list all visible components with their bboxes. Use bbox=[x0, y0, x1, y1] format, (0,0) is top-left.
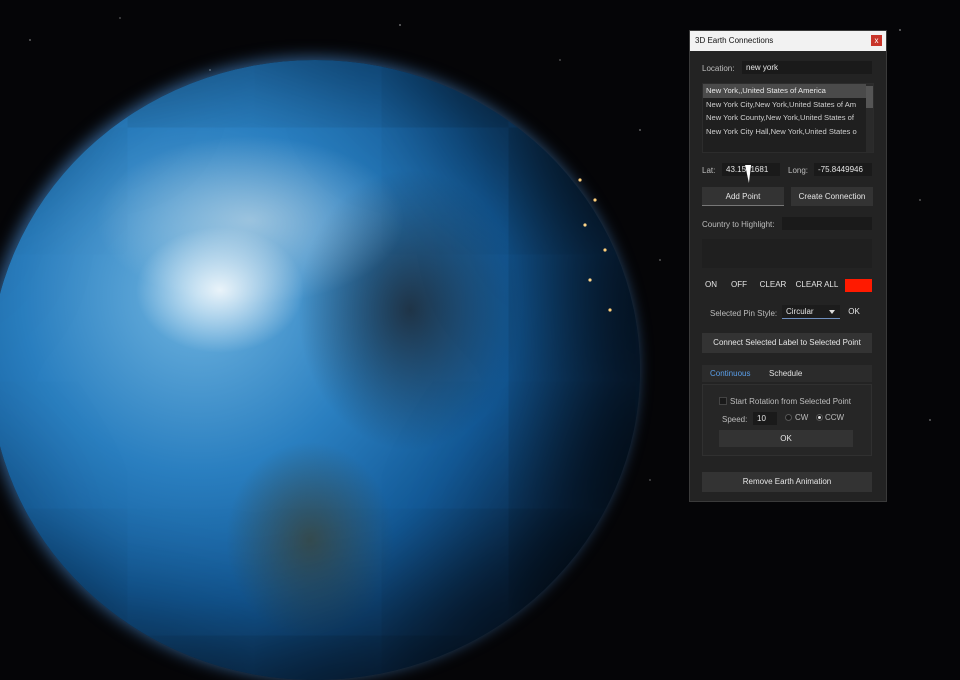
lat-label: Lat: bbox=[702, 166, 716, 175]
pin-style-value: Circular bbox=[786, 307, 814, 316]
tab-continuous[interactable]: Continuous bbox=[710, 369, 750, 378]
cw-radio[interactable] bbox=[785, 414, 792, 421]
earth-connections-panel: 3D Earth Connections x Location: new yor… bbox=[689, 30, 887, 502]
long-label: Long: bbox=[788, 166, 809, 175]
rotation-tabs: Continuous Schedule bbox=[702, 365, 872, 382]
speed-input[interactable]: 10 bbox=[753, 412, 777, 425]
start-rotation-checkbox[interactable] bbox=[719, 397, 727, 405]
create-connection-button[interactable]: Create Connection bbox=[791, 187, 873, 206]
off-button[interactable]: OFF bbox=[728, 278, 750, 292]
start-rotation-label: Start Rotation from Selected Point bbox=[730, 397, 851, 406]
panel-title: 3D Earth Connections bbox=[695, 36, 774, 45]
result-item[interactable]: New York,,United States of America bbox=[703, 84, 873, 98]
country-list[interactable] bbox=[702, 239, 872, 268]
results-scrollbar[interactable] bbox=[866, 84, 873, 152]
location-results-list[interactable]: New York,,United States of America New Y… bbox=[702, 83, 874, 153]
close-button[interactable]: x bbox=[871, 35, 882, 46]
clear-all-button[interactable]: CLEAR ALL bbox=[795, 278, 839, 292]
location-label: Location: bbox=[702, 64, 735, 73]
earth-globe bbox=[0, 60, 640, 680]
pin-style-dropdown[interactable]: Circular bbox=[782, 305, 840, 319]
result-item[interactable]: New York County,New York,United States o… bbox=[703, 111, 873, 125]
continuous-tab-panel: Start Rotation from Selected Point Speed… bbox=[702, 384, 872, 456]
country-input[interactable] bbox=[782, 217, 872, 230]
location-input[interactable]: new york bbox=[742, 61, 872, 74]
tab-schedule[interactable]: Schedule bbox=[769, 369, 802, 378]
ccw-label: CCW bbox=[825, 413, 845, 422]
ccw-radio[interactable] bbox=[816, 414, 823, 421]
remove-earth-animation-button[interactable]: Remove Earth Animation bbox=[702, 472, 872, 492]
speed-label: Speed: bbox=[722, 415, 748, 424]
on-button[interactable]: ON bbox=[702, 278, 720, 292]
highlight-color-swatch[interactable] bbox=[845, 279, 872, 292]
pin-style-ok-button[interactable]: OK bbox=[845, 305, 863, 319]
result-item[interactable]: New York City,New York,United States of … bbox=[703, 98, 873, 112]
result-item[interactable]: New York City Hall,New York,United State… bbox=[703, 125, 873, 139]
clear-button[interactable]: CLEAR bbox=[758, 278, 788, 292]
panel-titlebar: 3D Earth Connections x bbox=[690, 31, 886, 51]
rotation-ok-button[interactable]: OK bbox=[719, 430, 853, 447]
country-label: Country to Highlight: bbox=[702, 220, 775, 229]
long-input[interactable]: -75.8449946 bbox=[814, 163, 872, 176]
add-point-button[interactable]: Add Point bbox=[702, 187, 784, 206]
cw-label: CW bbox=[795, 413, 809, 422]
city-lights bbox=[560, 170, 630, 340]
pin-style-label: Selected Pin Style: bbox=[710, 309, 778, 318]
results-scrollbar-thumb[interactable] bbox=[866, 86, 873, 108]
chevron-down-icon bbox=[829, 310, 835, 314]
connect-label-button[interactable]: Connect Selected Label to Selected Point bbox=[702, 333, 872, 353]
